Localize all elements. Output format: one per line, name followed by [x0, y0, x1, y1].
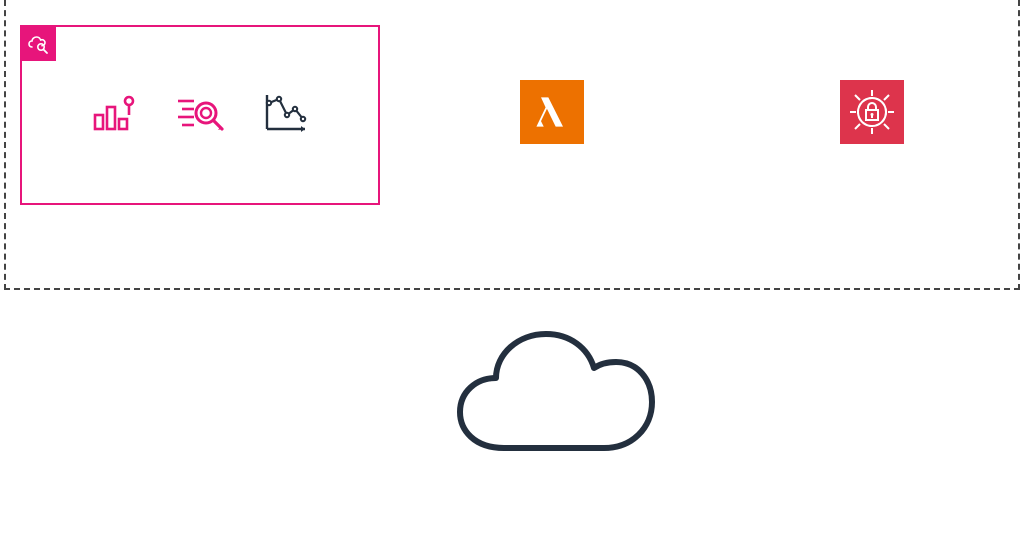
metrics-chart-icon	[253, 81, 317, 145]
dashboard-icon	[83, 81, 147, 145]
cloudwatch-group	[20, 25, 380, 205]
cloudwatch-icon	[20, 25, 56, 61]
architecture-diagram	[0, 0, 1024, 550]
cloudwatch-icons-row	[22, 81, 378, 145]
cloudtrail-cloud-icon	[444, 320, 664, 480]
logs-insights-icon	[168, 81, 232, 145]
aws-lambda-icon	[520, 80, 584, 144]
inspector-lock-icon	[840, 80, 904, 144]
